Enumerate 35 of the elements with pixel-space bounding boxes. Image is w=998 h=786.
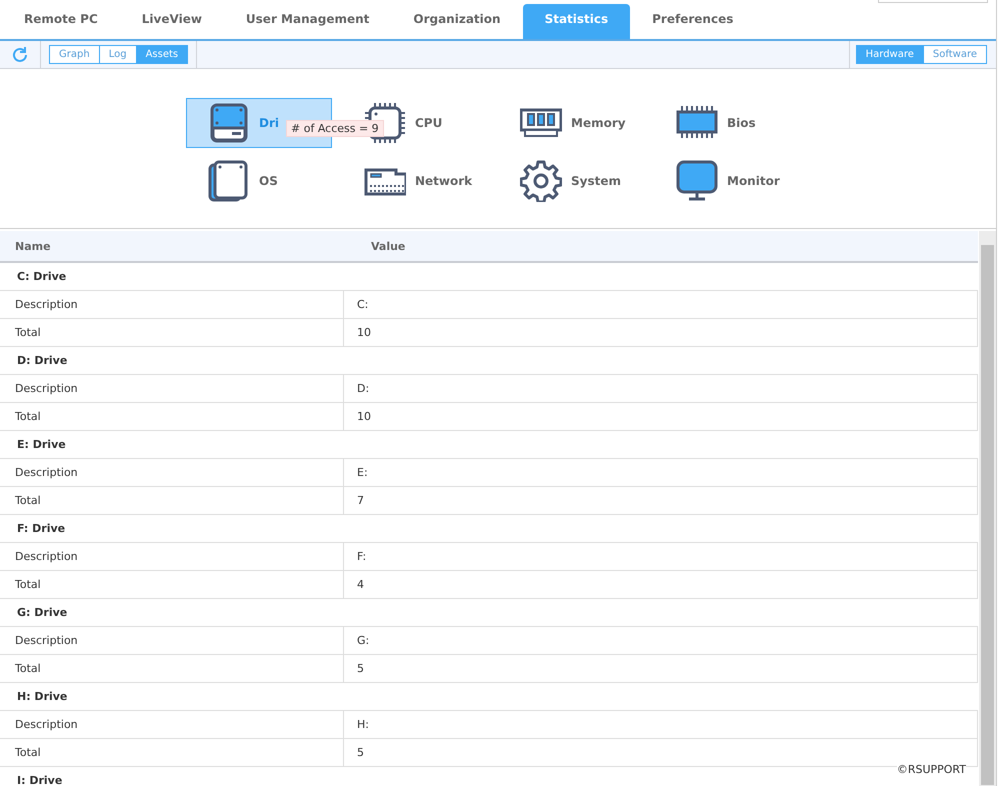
group-title: C: Drive xyxy=(17,270,66,283)
table-cell: Description xyxy=(0,459,344,486)
group-title: H: Drive xyxy=(17,690,68,703)
column-header: Value xyxy=(370,240,406,252)
table-cell: Description xyxy=(0,375,344,402)
table-cell: Description xyxy=(0,627,344,654)
table-cell: 10 xyxy=(344,403,978,430)
table-cell: Description xyxy=(0,711,344,738)
asset-label: Dri xyxy=(259,116,279,130)
group-title: D: Drive xyxy=(17,354,68,367)
group-title: E: Drive xyxy=(17,438,66,451)
table-cell: 10 xyxy=(344,319,978,346)
table-cell: E: xyxy=(344,459,978,486)
group-title: G: Drive xyxy=(17,606,68,619)
table-cell: Total xyxy=(0,739,344,766)
tooltip: # of Access = 9 xyxy=(286,120,384,137)
table-cell: C: xyxy=(344,291,978,318)
table-cell: Total xyxy=(0,319,344,346)
column-header: Name xyxy=(14,240,52,252)
table-cell: 5 xyxy=(344,655,978,682)
table-cell: 4 xyxy=(344,571,978,598)
group-title: F: Drive xyxy=(17,522,66,535)
table-cell: G: xyxy=(344,627,978,654)
table-cell: H: xyxy=(344,711,978,738)
table-cell: Total xyxy=(0,655,344,682)
table-cell: Description xyxy=(0,291,344,318)
table-cell: Total xyxy=(0,487,344,514)
copyright-text: ©RSUPPORT xyxy=(896,763,966,776)
table-cell: Description xyxy=(0,543,344,570)
table-cell: Total xyxy=(0,571,344,598)
table-cell: Total xyxy=(0,403,344,430)
table-cell: D: xyxy=(344,375,978,402)
table-cell: 7 xyxy=(344,487,978,514)
group-title: I: Drive xyxy=(17,774,62,786)
table-cell: F: xyxy=(344,543,978,570)
